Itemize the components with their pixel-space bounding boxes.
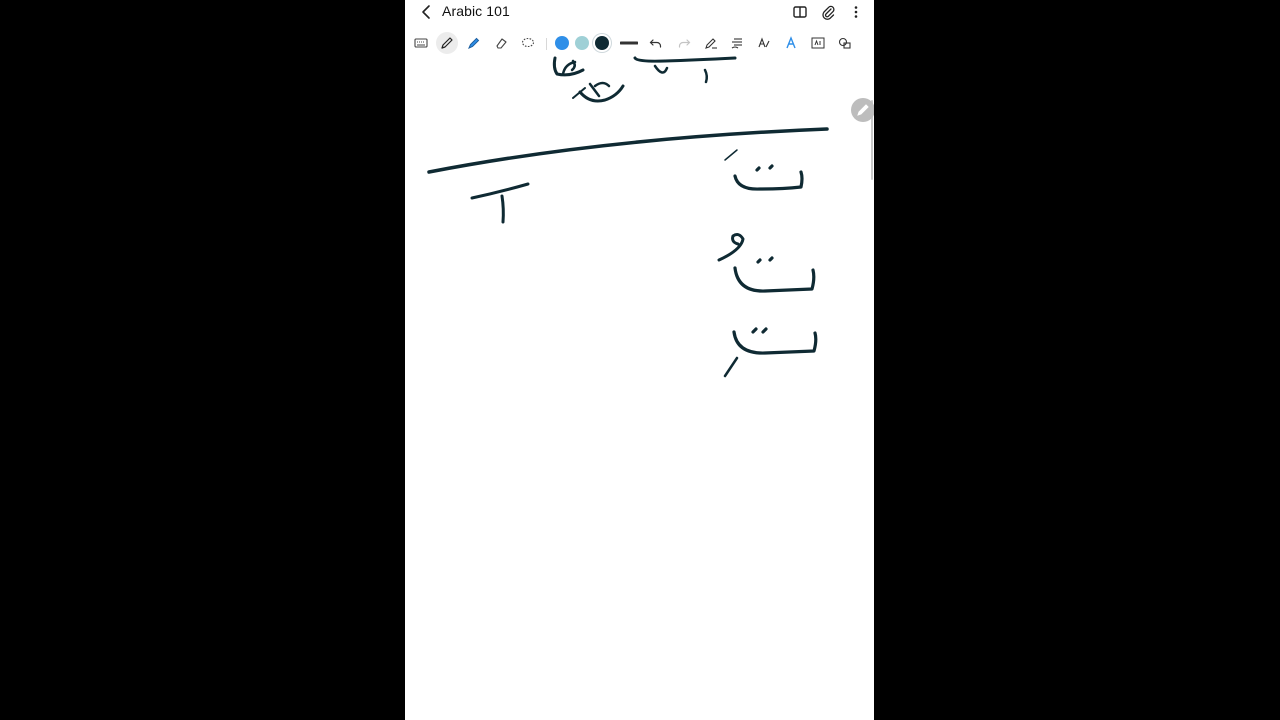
keyboard-tool[interactable] [410, 32, 432, 54]
text-box-icon [811, 37, 825, 49]
note-title: Arabic 101 [442, 3, 510, 19]
eraser-icon [496, 38, 507, 49]
edit-pencil-icon [857, 104, 869, 116]
toolbar-divider [546, 38, 547, 50]
redo-icon [678, 39, 691, 48]
pen-settings-icon [705, 38, 717, 49]
floating-pen-button[interactable] [851, 98, 874, 122]
shapes-icon [838, 37, 851, 49]
text-box-tool[interactable] [807, 32, 829, 54]
more-options-button[interactable] [846, 2, 866, 22]
title-bar: Arabic 101 [405, 0, 874, 24]
lasso-icon [521, 37, 535, 48]
eraser-tool[interactable] [490, 32, 512, 54]
highlighter-tool[interactable] [463, 32, 485, 54]
pen-settings-tool[interactable] [700, 32, 722, 54]
text-format-tool[interactable] [726, 32, 748, 54]
book-view-icon [793, 6, 807, 18]
more-vert-icon [854, 6, 858, 18]
pen-tool[interactable] [436, 32, 458, 54]
text-format-icon [731, 38, 742, 49]
undo-button[interactable] [645, 32, 667, 54]
note-app-window: Arabic 101 [405, 0, 874, 720]
undo-icon [649, 39, 662, 48]
attach-button[interactable] [818, 2, 838, 22]
header-actions [790, 2, 866, 22]
lasso-tool[interactable] [517, 32, 539, 54]
shapes-tool[interactable] [834, 32, 856, 54]
text-style-tool[interactable] [780, 32, 802, 54]
back-button[interactable] [417, 2, 437, 22]
redo-button[interactable] [673, 32, 695, 54]
drawing-canvas[interactable] [405, 56, 874, 720]
stroke-width-icon [620, 41, 638, 45]
handwriting-strokes [427, 56, 829, 378]
book-view-button[interactable] [790, 2, 810, 22]
color-swatch-teal[interactable] [575, 36, 589, 50]
handwriting-to-text-tool[interactable] [753, 32, 775, 54]
highlighter-icon [468, 37, 480, 49]
color-swatch-dark[interactable] [595, 36, 609, 50]
back-arrow-icon [422, 5, 430, 19]
stroke-width-tool[interactable] [618, 32, 640, 54]
handwriting-to-text-icon [758, 37, 770, 48]
text-style-icon [786, 36, 796, 49]
drawing-toolbar [405, 30, 874, 56]
color-swatch-blue[interactable] [555, 36, 569, 50]
keyboard-icon [414, 38, 428, 48]
pen-icon [441, 37, 453, 49]
paperclip-icon [822, 5, 835, 20]
